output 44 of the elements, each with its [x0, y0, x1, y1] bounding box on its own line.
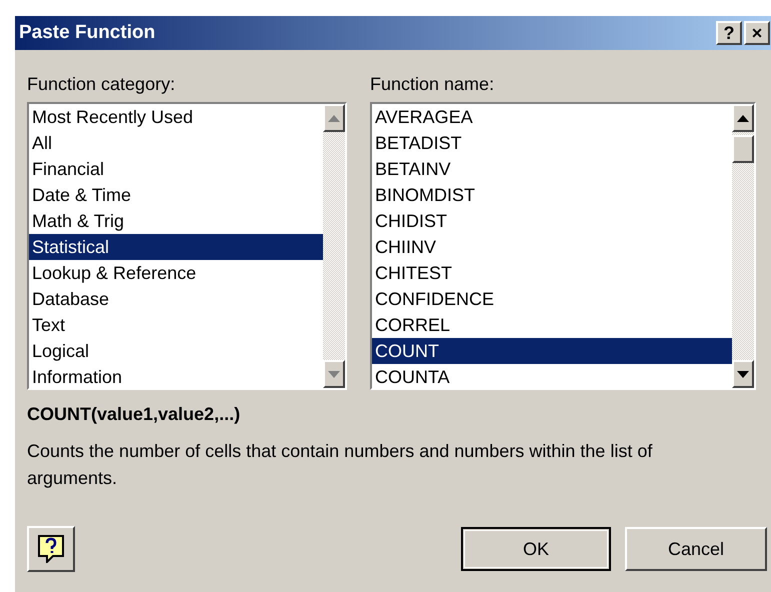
- list-item[interactable]: BETAINV: [372, 156, 732, 182]
- help-title-button[interactable]: ?: [716, 21, 742, 45]
- scroll-down-button[interactable]: [323, 360, 345, 388]
- scrollbar[interactable]: [323, 104, 345, 388]
- list-item[interactable]: Statistical: [29, 234, 323, 260]
- scroll-up-button[interactable]: [323, 104, 345, 132]
- list-item[interactable]: Text: [29, 312, 323, 338]
- list-item[interactable]: All: [29, 130, 323, 156]
- list-item[interactable]: Math & Trig: [29, 208, 323, 234]
- list-item[interactable]: Logical: [29, 338, 323, 364]
- function-syntax: COUNT(value1,value2,...): [26, 403, 242, 426]
- help-balloon-icon: [38, 535, 64, 563]
- list-item[interactable]: Financial: [29, 156, 323, 182]
- down-arrow-icon: [737, 370, 749, 378]
- list-item[interactable]: Database: [29, 286, 323, 312]
- scroll-down-button[interactable]: [732, 360, 754, 388]
- list-item[interactable]: Date & Time: [29, 182, 323, 208]
- list-label: Function name:: [370, 73, 496, 96]
- list-item[interactable]: CHITEST: [372, 260, 732, 286]
- list-label: Function category:: [27, 73, 176, 96]
- list-item[interactable]: CHIINV: [372, 234, 732, 260]
- scroll-up-button[interactable]: [732, 104, 754, 132]
- list-item[interactable]: COUNT: [372, 338, 732, 364]
- list-item[interactable]: BINOMDIST: [372, 182, 732, 208]
- list-item[interactable]: Lookup & Reference: [29, 260, 323, 286]
- up-arrow-icon: [328, 114, 340, 122]
- list-item[interactable]: CORREL: [372, 312, 732, 338]
- help-button[interactable]: [27, 526, 75, 572]
- close-button[interactable]: ×: [744, 21, 770, 45]
- list-item[interactable]: Most Recently Used: [29, 104, 323, 130]
- list-item[interactable]: Information: [29, 364, 323, 388]
- up-arrow-icon: [737, 114, 749, 122]
- down-arrow-icon: [328, 370, 340, 378]
- scrollbar[interactable]: [732, 104, 754, 388]
- scroll-thumb[interactable]: [732, 135, 754, 163]
- list-item[interactable]: AVERAGEA: [372, 104, 732, 130]
- list-item[interactable]: COUNTA: [372, 364, 732, 388]
- function-description: Counts the number of cells that contain numbers and numbers within the list of arguments.: [26, 440, 654, 490]
- list-item[interactable]: BETADIST: [372, 130, 732, 156]
- list-item[interactable]: CHIDIST: [372, 208, 732, 234]
- window-title: Paste Function: [19, 20, 156, 45]
- cancel-button[interactable]: Cancel: [625, 527, 767, 571]
- ok-button[interactable]: OK: [461, 527, 611, 571]
- list-item[interactable]: CONFIDENCE: [372, 286, 732, 312]
